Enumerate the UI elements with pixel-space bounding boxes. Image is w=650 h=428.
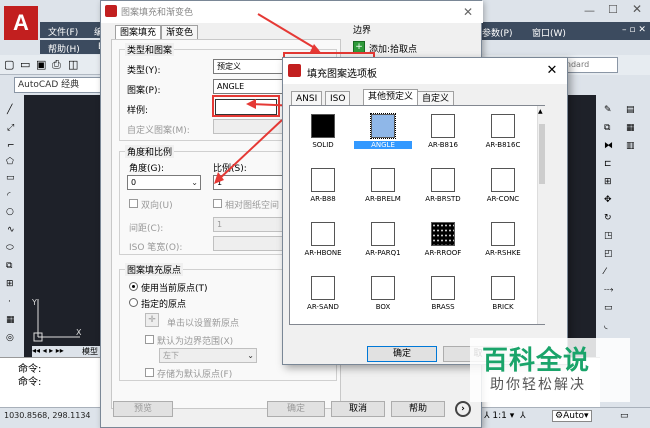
pattern-name: AR-B816: [428, 141, 458, 149]
watermark-subtitle: 助你轻松解决: [490, 377, 586, 393]
pattern-name: AR-SAND: [307, 303, 339, 311]
scroll-up-icon[interactable]: ▲: [538, 108, 543, 115]
pattern-name: BOX: [375, 303, 391, 311]
pattern-cell[interactable]: BOX: [354, 272, 412, 328]
pattern-cell[interactable]: AR-CONC: [474, 164, 532, 220]
pattern-swatch: [371, 168, 395, 192]
pattern-cell[interactable]: AR-B88: [294, 164, 352, 220]
pattern-cell[interactable]: AR-SAND: [294, 272, 352, 328]
pattern-swatch: [431, 222, 455, 246]
scrollbar[interactable]: ▲: [537, 106, 546, 324]
pattern-cell[interactable]: ANGLE: [354, 110, 412, 166]
pattern-swatch: [431, 276, 455, 300]
pattern-cell[interactable]: AR-RROOF: [414, 218, 472, 274]
pattern-cell[interactable]: AR-BRSTD: [414, 164, 472, 220]
autocad-app-icon: [288, 64, 301, 77]
pattern-name: BRASS: [431, 303, 455, 311]
watermark-logo: 百科全说 助你轻松解决: [470, 338, 630, 402]
pattern-name: AR-PARQ1: [365, 249, 401, 257]
arrow-to-palette: [257, 13, 319, 51]
pattern-cell[interactable]: BRASS: [414, 272, 472, 328]
pattern-grid: SOLID ANGLE AR-B816 AR-B816C AR-B88 AR-BRELM A…: [289, 105, 546, 328]
pattern-cell[interactable]: AR-RSHKE: [474, 218, 532, 274]
palette-ok-button[interactable]: 确定: [367, 346, 437, 362]
pattern-swatch: [370, 113, 396, 139]
pattern-name: AR-BRELM: [365, 195, 401, 203]
pattern-name: AR-B88: [310, 195, 336, 203]
pattern-cell[interactable]: AR-BRELM: [354, 164, 412, 220]
pattern-cell[interactable]: AR-B816C: [474, 110, 532, 166]
scrollbar-thumb[interactable]: [539, 124, 545, 184]
pattern-name: ANGLE: [354, 141, 412, 149]
pattern-swatch: [311, 222, 335, 246]
arrowhead-icon: [214, 172, 224, 184]
pattern-swatch: [491, 222, 515, 246]
pattern-swatch: [491, 114, 515, 138]
close-icon[interactable]: ✕: [543, 62, 561, 80]
pattern-cell[interactable]: BRICK: [474, 272, 532, 328]
pattern-swatch: [431, 114, 455, 138]
arrow-to-angle: [217, 119, 283, 181]
pattern-swatch: [311, 276, 335, 300]
tab-custom[interactable]: 自定义: [417, 91, 455, 105]
pattern-swatch: [491, 168, 515, 192]
pattern-name: AR-RSHKE: [485, 249, 521, 257]
pattern-swatch: [311, 114, 335, 138]
pattern-cell[interactable]: AR-PARQ1: [354, 218, 412, 274]
pattern-cell[interactable]: AR-HBONE: [294, 218, 352, 274]
pattern-name: AR-B816C: [485, 141, 521, 149]
pattern-cell[interactable]: SOLID: [294, 110, 352, 166]
palette-title: 填充图案选项板: [307, 69, 377, 80]
pattern-swatch: [491, 276, 515, 300]
arrowhead-icon: [246, 99, 256, 109]
tab-iso[interactable]: ISO: [325, 91, 351, 105]
tab-ansi[interactable]: ANSI: [291, 91, 323, 105]
pattern-name: AR-HBONE: [304, 249, 342, 257]
pattern-swatch: [311, 168, 335, 192]
pattern-swatch: [371, 276, 395, 300]
watermark-title: 百科全说: [482, 346, 591, 376]
pattern-name: AR-CONC: [486, 195, 520, 203]
pattern-cell[interactable]: AR-B816: [414, 110, 472, 166]
pattern-name: AR-BRSTD: [425, 195, 461, 203]
pattern-name: AR-RROOF: [424, 249, 462, 257]
pattern-name: BRICK: [492, 303, 514, 311]
tab-other-predefined[interactable]: 其他预定义: [363, 89, 419, 105]
pattern-name: SOLID: [312, 141, 334, 149]
pattern-swatch: [431, 168, 455, 192]
pattern-swatch: [371, 222, 395, 246]
hatch-pattern-palette-dialog: 填充图案选项板 ✕ ANSI ISO 其他预定义 自定义 SOLID ANGLE A…: [282, 57, 568, 365]
palette-titlebar[interactable]: 填充图案选项板: [283, 58, 567, 84]
